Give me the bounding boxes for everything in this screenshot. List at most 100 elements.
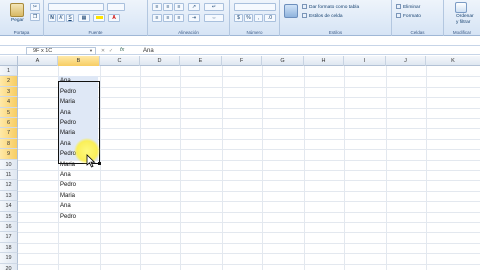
row-header[interactable]: 7 (0, 128, 18, 139)
align-middle-icon[interactable]: ≡ (163, 3, 173, 11)
column-header-j[interactable]: J (386, 56, 426, 66)
confirm-icon[interactable]: ✓ (108, 48, 114, 54)
row-header[interactable]: 15 (0, 211, 18, 222)
chevron-down-icon[interactable]: ▼ (89, 48, 93, 54)
sort-filter-icon[interactable] (455, 2, 467, 13)
row-header[interactable]: 19 (0, 253, 18, 264)
cell-style-icon (302, 13, 307, 18)
percent-icon[interactable]: % (244, 14, 253, 22)
formula-bar: 9F x 1C ▼ ✕ ✓ fx Ana (0, 45, 480, 55)
cell-b15[interactable]: Pedro (58, 212, 98, 222)
cut-icon[interactable]: ✂ (30, 3, 40, 11)
row-header[interactable]: 6 (0, 118, 18, 129)
column-header-c[interactable]: C (100, 56, 140, 66)
wrap-text-icon[interactable]: ↵ (204, 3, 224, 11)
ribbon-group-number: $ % , .0 Número (230, 0, 280, 36)
row-header[interactable]: 20 (0, 263, 18, 270)
delete-icon (396, 4, 401, 9)
row-header[interactable]: 18 (0, 242, 18, 254)
conditional-format-icon[interactable] (284, 4, 298, 18)
grid-line (18, 222, 480, 223)
column-header-e[interactable]: E (180, 56, 222, 66)
column-header-a[interactable]: A (18, 56, 58, 66)
insert-function-icon[interactable]: fx (120, 47, 124, 53)
cell-b14[interactable]: Ana (58, 201, 98, 211)
font-size-dropdown[interactable] (107, 3, 125, 11)
decimal-icon[interactable]: .0 (264, 14, 276, 22)
column-header-i[interactable]: I (344, 56, 386, 66)
row-header[interactable]: 11 (0, 170, 18, 181)
group-label-modify: Modificar (452, 30, 472, 35)
orientation-icon[interactable]: ↗ (188, 3, 200, 11)
fill-handle[interactable] (98, 162, 101, 165)
row-header[interactable]: 13 (0, 190, 18, 202)
row-header[interactable]: 4 (0, 97, 18, 108)
ribbon-group-alignment: ≡ ≡ ≡ ↗ ↵ ≡ ≡ ≡ ⇥ ⇔ Alineación (148, 0, 230, 36)
align-bottom-icon[interactable]: ≡ (174, 3, 184, 11)
sort-label[interactable]: Ordenar (456, 14, 474, 19)
cell-styles-item[interactable]: Estilos de celda (302, 13, 343, 19)
font-color-icon[interactable]: A (108, 14, 120, 22)
column-header-k[interactable]: K (426, 56, 480, 66)
paste-button-label[interactable]: Pegar (11, 18, 24, 23)
grid-line (18, 263, 480, 265)
filter-label[interactable]: y filtrar (456, 20, 470, 25)
italic-button[interactable]: K (57, 14, 65, 22)
row-header[interactable]: 14 (0, 201, 18, 212)
row-header[interactable]: 1 (0, 66, 18, 77)
table-style-icon (302, 4, 307, 9)
align-center-icon[interactable]: ≡ (163, 14, 173, 22)
row-header[interactable]: 8 (0, 138, 18, 150)
comma-icon[interactable]: , (254, 14, 263, 22)
grid-line (18, 232, 480, 234)
row-header[interactable]: 5 (0, 107, 18, 118)
bold-button[interactable]: N (48, 14, 56, 22)
cell-b11[interactable]: Ana (58, 170, 98, 180)
indent-icon[interactable]: ⇥ (188, 14, 200, 22)
format-cells-item[interactable]: Formato (396, 13, 421, 19)
align-top-icon[interactable]: ≡ (152, 3, 162, 11)
grid-line (18, 253, 480, 255)
copy-icon[interactable]: ❐ (30, 13, 40, 21)
column-header-h[interactable]: H (304, 56, 344, 66)
align-left-icon[interactable]: ≡ (152, 14, 162, 22)
format-as-table-label: Dar formato como tabla (309, 5, 360, 10)
group-label-clipboard: Portapa (13, 30, 30, 35)
paste-icon[interactable] (10, 3, 24, 17)
border-icon[interactable]: ▦ (78, 14, 90, 22)
row-header[interactable]: 9 (0, 149, 18, 160)
formula-input[interactable]: Ana (143, 47, 154, 55)
row-header[interactable]: 10 (0, 159, 18, 170)
row-header[interactable]: 3 (0, 86, 18, 98)
align-right-icon[interactable]: ≡ (174, 14, 184, 22)
fill-color-icon[interactable] (93, 14, 105, 22)
column-header-b[interactable]: B (58, 56, 100, 66)
ribbon-group-modify: Ordenar y filtrar Modificar (444, 0, 480, 36)
delete-cells-item[interactable]: Eliminar (396, 4, 420, 10)
ribbon-group-font: N K S ▦ A Fuente (44, 0, 148, 36)
font-name-dropdown[interactable] (48, 3, 104, 11)
column-header-f[interactable]: F (222, 56, 262, 66)
merge-center-icon[interactable]: ⇔ (204, 14, 224, 22)
column-header-g[interactable]: G (262, 56, 304, 66)
cell-b13[interactable]: Maria (58, 191, 98, 201)
currency-icon[interactable]: $ (234, 14, 243, 22)
row-header[interactable]: 16 (0, 222, 18, 233)
cancel-icon[interactable]: ✕ (100, 48, 106, 54)
underline-button[interactable]: S (66, 14, 74, 22)
number-format-dropdown[interactable] (234, 3, 276, 11)
row-header[interactable]: 12 (0, 180, 18, 191)
mouse-pointer-icon (86, 154, 96, 168)
cell-b12[interactable]: Pedro (58, 180, 98, 190)
row-header[interactable]: 17 (0, 232, 18, 243)
group-label-cells: Celdas (410, 30, 425, 35)
format-as-table-item[interactable]: Dar formato como tabla (302, 4, 359, 10)
column-header-d[interactable]: D (140, 56, 180, 66)
group-label-alignment: Alineación (178, 30, 199, 35)
delete-label: Eliminar (403, 5, 421, 10)
row-header[interactable]: 2 (0, 76, 18, 87)
select-all-corner[interactable] (0, 56, 18, 66)
ribbon-group-cells: Eliminar Formato Celdas (392, 0, 444, 36)
name-box[interactable]: 9F x 1C ▼ (26, 47, 96, 55)
group-label-styles: Estilos (328, 30, 343, 35)
